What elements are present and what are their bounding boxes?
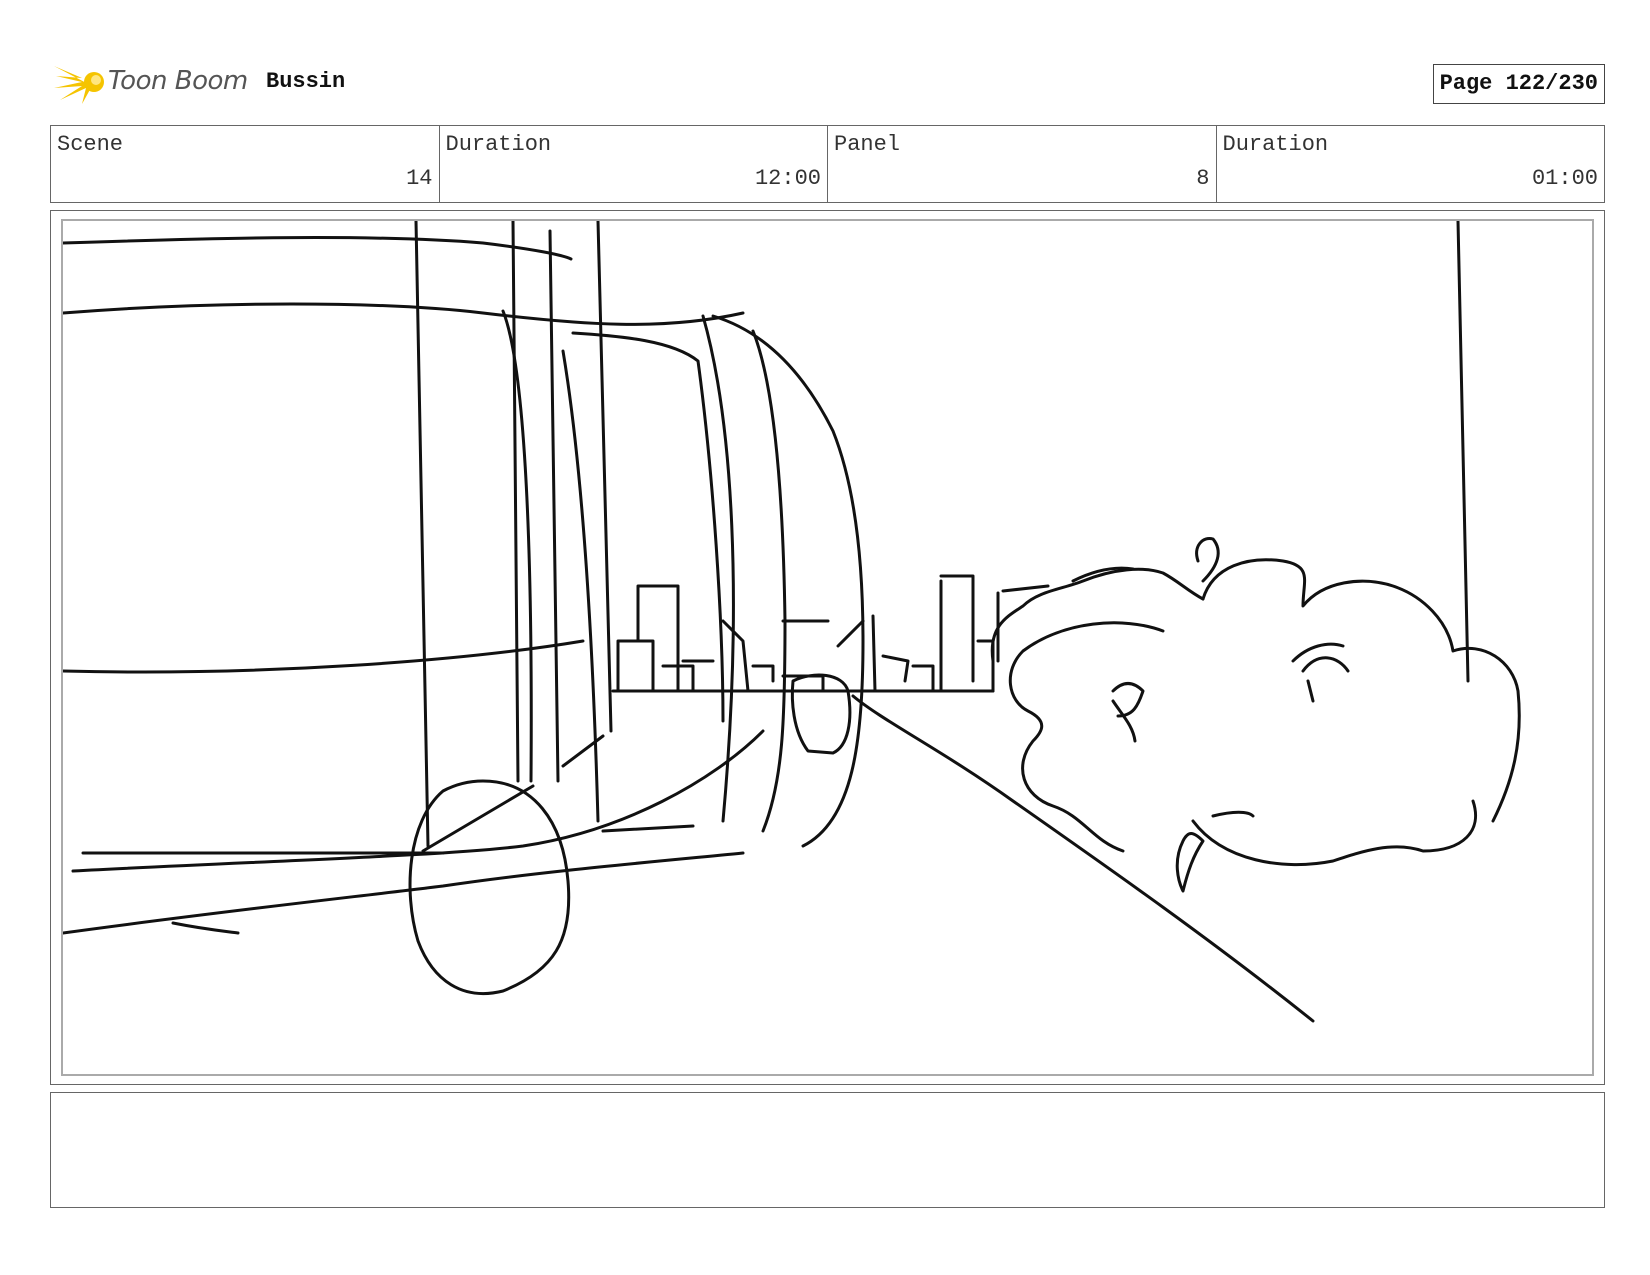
storyboard-panel xyxy=(50,210,1605,1085)
panel-notes-area xyxy=(50,1092,1605,1208)
project-title: Bussin xyxy=(266,69,346,94)
panel-label: Panel xyxy=(834,132,901,157)
scene-label: Scene xyxy=(57,132,124,157)
scene-value: 14 xyxy=(406,166,433,191)
scene-duration-label: Duration xyxy=(445,132,552,157)
scene-cell: Scene 14 xyxy=(51,126,440,202)
scene-duration-value: 12:00 xyxy=(754,166,821,191)
toon-boom-star-icon xyxy=(52,58,112,106)
panel-drawing-frame xyxy=(61,219,1594,1076)
panel-duration-cell: Duration 01:00 xyxy=(1217,126,1605,202)
panel-value: 8 xyxy=(1196,166,1210,191)
brand-name: Toon Boom xyxy=(108,66,248,96)
page-number: Page 122/230 xyxy=(1432,64,1605,104)
scene-duration-cell: Duration 12:00 xyxy=(440,126,828,202)
panel-cell: Panel 8 xyxy=(828,126,1217,202)
page-header: Toon Boom Bussin Page 122/230 xyxy=(50,58,1605,106)
panel-sketch xyxy=(63,221,1521,1023)
panel-duration-value: 01:00 xyxy=(1531,166,1598,191)
panel-duration-label: Duration xyxy=(1222,132,1329,157)
scene-info-bar: Scene 14 Duration 12:00 Panel 8 Duration… xyxy=(50,125,1605,203)
